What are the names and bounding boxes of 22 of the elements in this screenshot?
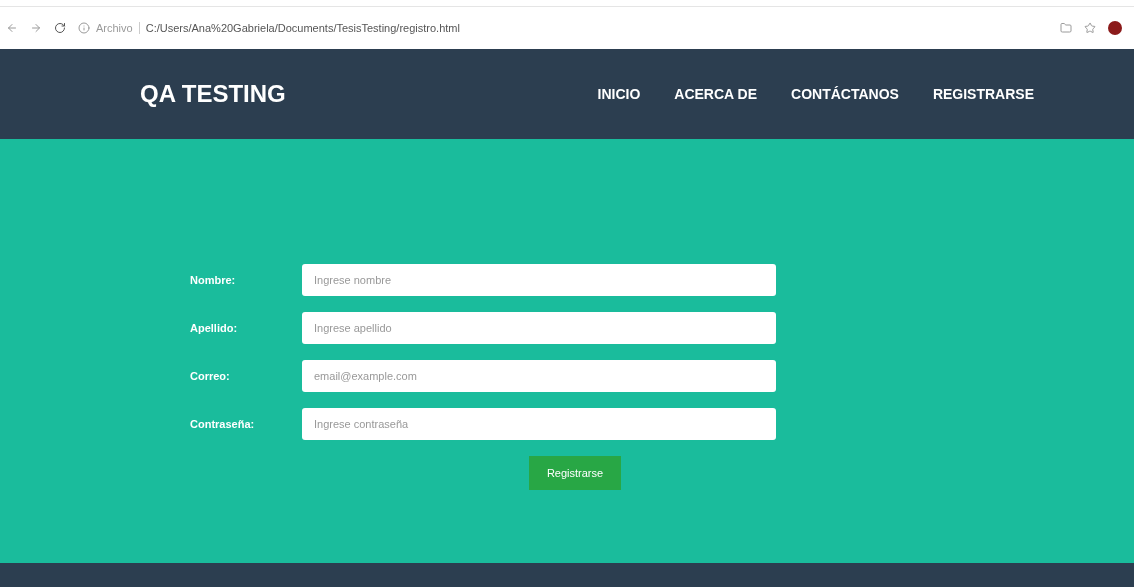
input-field[interactable]: Ingrese nombre (302, 264, 776, 296)
profile-avatar-icon[interactable] (1108, 21, 1122, 35)
nav-link[interactable]: ACERCA DE (674, 83, 758, 105)
info-icon[interactable] (78, 22, 90, 34)
input-field[interactable]: Ingrese apellido (302, 312, 776, 344)
field-label: Nombre: (190, 272, 237, 288)
reload-icon[interactable] (54, 22, 66, 34)
back-icon[interactable] (6, 22, 18, 34)
nav-link[interactable]: INICIO (597, 83, 641, 105)
input-field[interactable]: Ingrese contraseña (302, 408, 776, 440)
folder-icon[interactable] (1060, 22, 1072, 34)
field-label: Apellido: (190, 320, 239, 336)
nav-link[interactable]: CONTÁCTANOS (791, 83, 899, 105)
bookmark-star-icon[interactable] (1084, 22, 1096, 34)
input-field[interactable]: email@example.com (302, 360, 776, 392)
security-label: Archivo (96, 20, 133, 36)
brand-title[interactable]: QA TESTING (140, 76, 286, 112)
nav-link[interactable]: REGISTRARSE (932, 83, 1034, 105)
forward-icon[interactable] (30, 22, 42, 34)
field-label: Correo: (190, 368, 231, 384)
field-label: Contraseña: (190, 416, 256, 432)
address-text[interactable]: C:/Users/Ana%20Gabriela/Documents/TesisTesting/registro.html (145, 19, 460, 37)
